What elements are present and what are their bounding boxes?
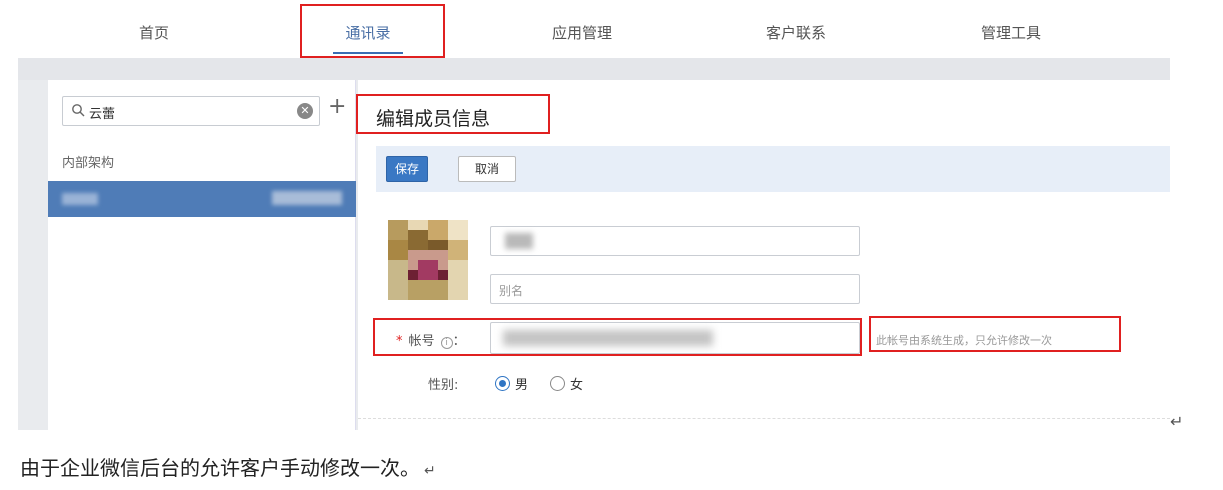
account-label-group: * 帐号 i： xyxy=(396,330,466,349)
cancel-button[interactable]: 取消 xyxy=(458,156,516,182)
app-area: 云蕾 ✕ + 内部架构 编辑成员信息 保存 取消 别名 * 帐号 i ： 此帐号… xyxy=(18,58,1170,430)
redacted-name xyxy=(62,193,98,205)
label-colon: ： xyxy=(452,334,466,349)
redacted-account-value xyxy=(503,330,713,346)
pixelated-avatar-image xyxy=(388,220,468,300)
active-tab-underline xyxy=(333,52,403,54)
divider xyxy=(358,418,1170,419)
sidebar-item-selected[interactable] xyxy=(48,181,356,217)
org-section-label: 内部架构 xyxy=(62,156,115,171)
gender-label-female: 女 xyxy=(570,378,584,393)
gender-radio-male[interactable] xyxy=(495,376,510,391)
nav-item-contacts[interactable]: 通讯录 xyxy=(308,22,428,54)
account-field[interactable] xyxy=(490,322,860,354)
redacted-name-value xyxy=(505,233,533,249)
account-hint: 此帐号由系统生成，只允许修改一次 xyxy=(876,334,1052,347)
nav-item-home[interactable]: 首页 xyxy=(94,22,214,46)
nav-item-contacts-label: 通讯录 xyxy=(345,24,391,42)
top-strip xyxy=(18,58,1170,80)
search-box[interactable]: 云蕾 ✕ xyxy=(62,96,320,126)
nav-item-tools[interactable]: 管理工具 xyxy=(951,22,1071,46)
search-icon xyxy=(72,104,85,117)
org-sidebar: 云蕾 ✕ + 内部架构 xyxy=(48,80,356,430)
return-mark: ↵ xyxy=(1170,412,1184,431)
info-icon[interactable]: i xyxy=(440,337,453,349)
redacted-count xyxy=(272,191,342,205)
gender-label-male: 男 xyxy=(515,378,529,393)
avatar[interactable] xyxy=(388,220,468,300)
alias-field[interactable]: 别名 xyxy=(490,274,860,304)
editor-toolbar: 保存 取消 xyxy=(376,146,1170,192)
gender-label: 性别: xyxy=(428,378,459,393)
caption-sentence: 由于企业微信后台的允许客户手动修改一次。 xyxy=(20,456,420,480)
clear-icon[interactable]: ✕ xyxy=(297,103,313,119)
nav-item-apps[interactable]: 应用管理 xyxy=(522,22,642,46)
plus-icon[interactable]: + xyxy=(328,94,346,119)
member-editor: 编辑成员信息 保存 取消 别名 * 帐号 i ： 此帐号由系统生成，只允许修改一… xyxy=(358,80,1170,430)
search-input[interactable]: 云蕾 xyxy=(89,103,115,122)
nav-item-customers[interactable]: 客户联系 xyxy=(736,22,856,46)
gender-radio-female[interactable] xyxy=(550,376,565,391)
save-button[interactable]: 保存 xyxy=(386,156,428,182)
caption-text: 由于企业微信后台的允许客户手动修改一次。 ↵ xyxy=(20,452,436,481)
top-nav: 首页 通讯录 应用管理 客户联系 管理工具 xyxy=(0,0,1223,58)
name-field[interactable] xyxy=(490,226,860,256)
account-label: 帐号 xyxy=(408,334,435,349)
required-mark: * xyxy=(396,334,403,349)
caption-return-mark: ↵ xyxy=(424,463,436,479)
alias-placeholder: 别名 xyxy=(499,284,524,298)
page-title: 编辑成员信息 xyxy=(376,108,491,130)
